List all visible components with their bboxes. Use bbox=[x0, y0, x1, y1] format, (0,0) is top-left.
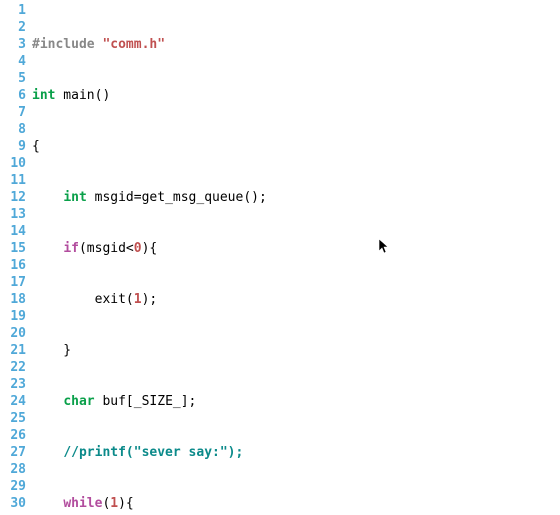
line-number: 16 bbox=[0, 257, 26, 274]
line-number: 17 bbox=[0, 274, 26, 291]
line-number: 1 bbox=[0, 2, 26, 19]
code-line[interactable]: //printf("sever say:"); bbox=[32, 444, 560, 461]
line-number: 27 bbox=[0, 444, 26, 461]
code-line[interactable]: } bbox=[32, 342, 560, 359]
line-number: 25 bbox=[0, 410, 26, 427]
code-line[interactable]: char buf[_SIZE_]; bbox=[32, 393, 560, 410]
line-number: 6 bbox=[0, 87, 26, 104]
line-number: 30 bbox=[0, 495, 26, 512]
code-line[interactable]: int main() bbox=[32, 87, 560, 104]
line-number: 22 bbox=[0, 359, 26, 376]
line-number: 29 bbox=[0, 478, 26, 495]
code-area[interactable]: #include "comm.h" int main() { int msgid… bbox=[32, 2, 560, 515]
line-number: 18 bbox=[0, 291, 26, 308]
line-number: 15 bbox=[0, 240, 26, 257]
code-line[interactable]: int msgid=get_msg_queue(); bbox=[32, 189, 560, 206]
line-number: 12 bbox=[0, 189, 26, 206]
code-line[interactable]: while(1){ bbox=[32, 495, 560, 512]
line-number: 2 bbox=[0, 19, 26, 36]
code-line[interactable]: { bbox=[32, 138, 560, 155]
line-number: 20 bbox=[0, 325, 26, 342]
line-number: 4 bbox=[0, 53, 26, 70]
line-number: 23 bbox=[0, 376, 26, 393]
line-number: 3 bbox=[0, 36, 26, 53]
line-number: 5 bbox=[0, 70, 26, 87]
code-line[interactable]: exit(1); bbox=[32, 291, 560, 308]
line-number: 26 bbox=[0, 427, 26, 444]
line-number: 11 bbox=[0, 172, 26, 189]
line-number: 14 bbox=[0, 223, 26, 240]
line-number: 7 bbox=[0, 104, 26, 121]
line-number: 8 bbox=[0, 121, 26, 138]
line-number: 24 bbox=[0, 393, 26, 410]
line-number: 19 bbox=[0, 308, 26, 325]
line-number: 13 bbox=[0, 206, 26, 223]
code-editor[interactable]: 1 2 3 4 5 6 7 8 9 10 11 12 13 14 15 16 1… bbox=[0, 0, 560, 515]
code-line[interactable]: if(msgid<0){ bbox=[32, 240, 560, 257]
line-number: 21 bbox=[0, 342, 26, 359]
code-line[interactable]: #include "comm.h" bbox=[32, 36, 560, 53]
line-number: 28 bbox=[0, 461, 26, 478]
line-number: 10 bbox=[0, 155, 26, 172]
line-number: 9 bbox=[0, 138, 26, 155]
line-number-gutter: 1 2 3 4 5 6 7 8 9 10 11 12 13 14 15 16 1… bbox=[0, 2, 32, 515]
